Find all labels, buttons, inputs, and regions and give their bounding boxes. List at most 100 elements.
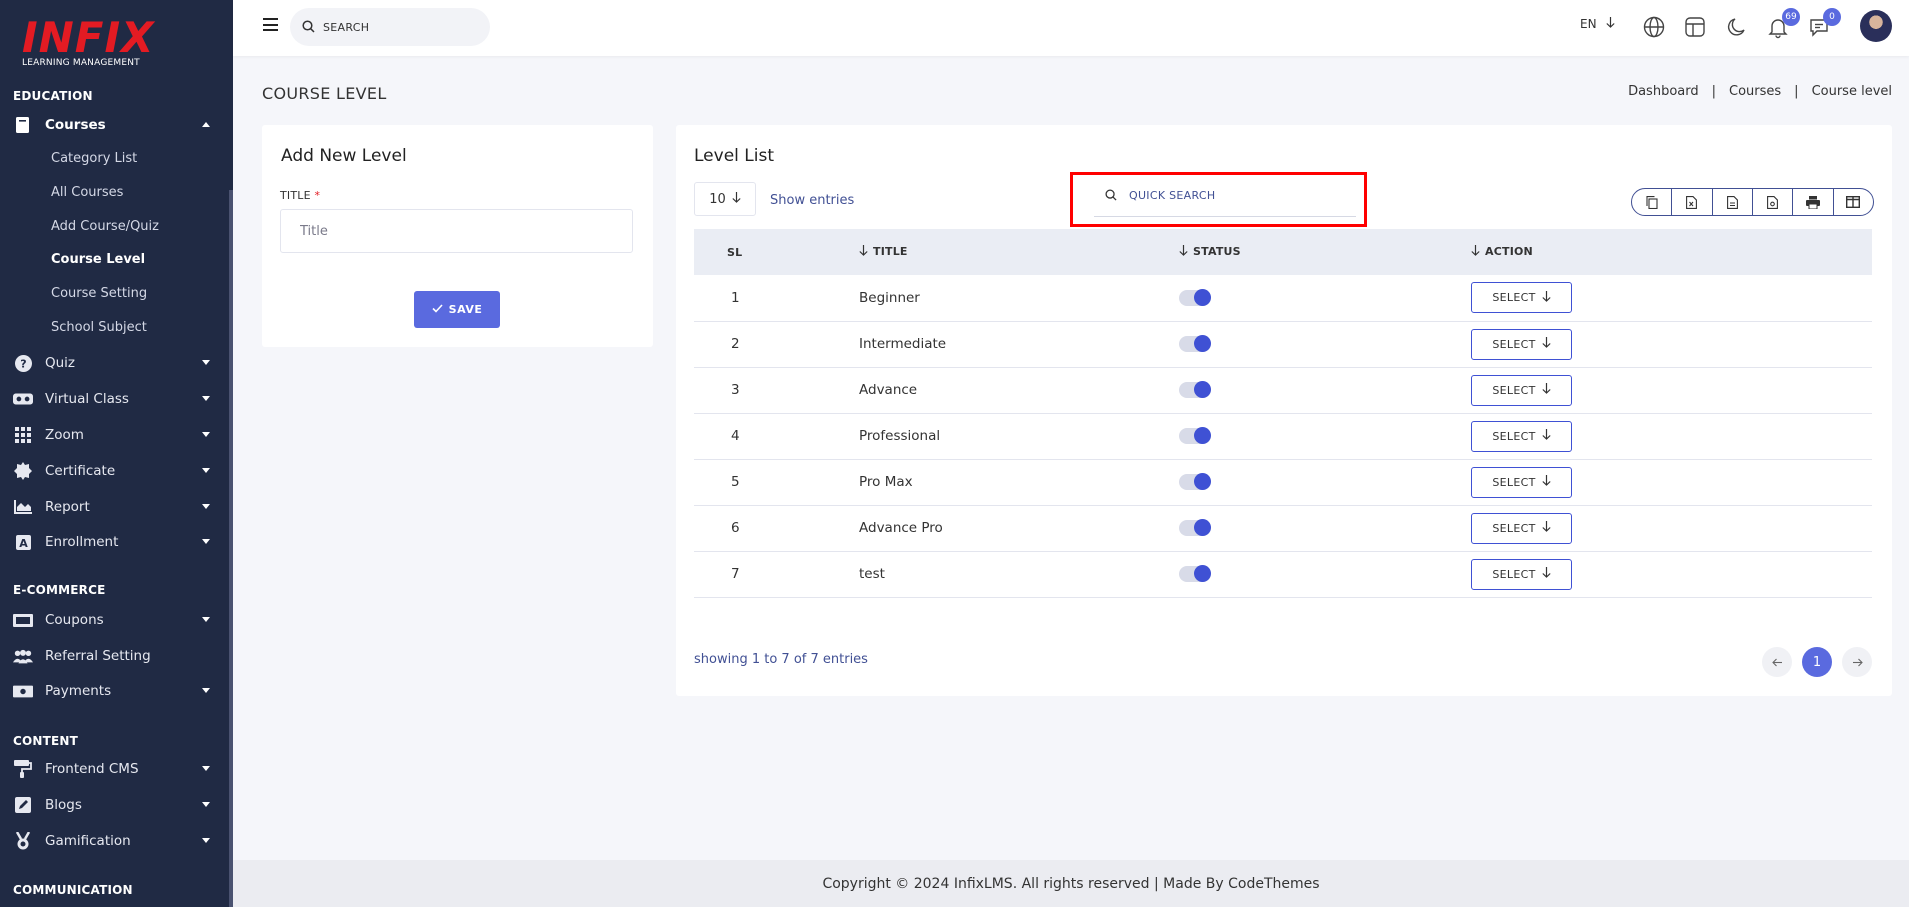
row-sl: 2 <box>694 321 859 368</box>
row-status <box>1179 459 1471 506</box>
status-toggle[interactable] <box>1179 335 1211 352</box>
sidebar-item-report[interactable]: Report <box>0 492 229 522</box>
select-action-button[interactable]: SELECT <box>1471 328 1572 360</box>
paint-roller-icon <box>13 759 33 779</box>
toggle-knob <box>1194 288 1211 306</box>
sidebar-item-label: Zoom <box>45 427 84 443</box>
globe-icon[interactable] <box>1642 15 1666 39</box>
menu-icon[interactable] <box>263 18 278 31</box>
prev-page-button[interactable] <box>1762 647 1792 677</box>
sidebar-item-label: Gamification <box>45 833 131 849</box>
breadcrumb-dashboard[interactable]: Dashboard <box>1628 84 1699 99</box>
save-button[interactable]: SAVE <box>414 291 500 328</box>
row-action: SELECT <box>1471 505 1872 552</box>
caret-down-icon <box>202 688 210 693</box>
logo-mark: INFIX <box>22 13 155 62</box>
logo[interactable]: INFIX LEARNING MANAGEMENT <box>22 13 155 69</box>
status-toggle[interactable] <box>1179 427 1211 444</box>
sidebar-sub-course-level[interactable]: Course Level <box>51 252 145 267</box>
bell-icon[interactable]: 69 <box>1766 8 1800 39</box>
sidebar-sub-add-course[interactable]: Add Course/Quiz <box>51 219 159 234</box>
column-title[interactable]: TITLE <box>859 229 1179 275</box>
sidebar-sub-course-setting[interactable]: Course Setting <box>51 286 147 301</box>
avatar[interactable] <box>1860 10 1892 42</box>
row-status <box>1179 275 1471 322</box>
column-title-label: TITLE <box>873 245 908 258</box>
column-status[interactable]: STATUS <box>1179 229 1471 275</box>
sidebar-item-blogs[interactable]: Blogs <box>0 790 229 820</box>
add-level-title: Add New Level <box>281 146 407 166</box>
caret-down-icon <box>202 802 210 807</box>
select-label: SELECT <box>1492 429 1536 443</box>
pdf-icon[interactable] <box>1753 189 1794 215</box>
export-buttons <box>1631 188 1874 216</box>
table-row: 5 Pro Max SELECT <box>694 459 1872 506</box>
sidebar-item-frontend-cms[interactable]: Frontend CMS <box>0 754 229 784</box>
row-status <box>1179 413 1471 460</box>
column-sl[interactable]: SL <box>694 229 859 275</box>
status-toggle[interactable] <box>1179 473 1211 490</box>
status-toggle[interactable] <box>1179 381 1211 398</box>
level-list-title: Level List <box>694 146 774 166</box>
question-icon: ? <box>13 353 33 373</box>
row-sl: 3 <box>694 367 859 414</box>
row-action: SELECT <box>1471 551 1872 598</box>
select-label: SELECT <box>1492 567 1536 581</box>
highlight-box <box>1070 172 1367 227</box>
global-search-input[interactable]: SEARCH <box>290 8 490 46</box>
sidebar-item-referral[interactable]: Referral Setting <box>0 641 229 671</box>
excel-icon[interactable] <box>1672 189 1713 215</box>
money-icon <box>13 681 33 701</box>
select-action-button[interactable]: SELECT <box>1471 558 1572 590</box>
entries-select[interactable]: 10 <box>694 182 756 216</box>
status-toggle[interactable] <box>1179 565 1211 582</box>
copy-icon[interactable] <box>1632 189 1673 215</box>
sidebar-item-payments[interactable]: Payments <box>0 676 229 706</box>
table-row: 3 Advance SELECT <box>694 367 1872 414</box>
message-icon[interactable]: 0 <box>1807 8 1841 39</box>
svg-text:A: A <box>19 537 28 550</box>
caret-down-icon <box>202 504 210 509</box>
sidebar-sub-school-subject[interactable]: School Subject <box>51 320 147 335</box>
column-action[interactable]: ACTION <box>1471 229 1872 275</box>
sidebar-sub-category-list[interactable]: Category List <box>51 151 137 166</box>
column-action-label: ACTION <box>1485 245 1533 258</box>
row-sl: 1 <box>694 275 859 322</box>
sidebar-item-virtual-class[interactable]: Virtual Class <box>0 384 229 414</box>
status-toggle[interactable] <box>1179 288 1211 306</box>
next-page-button[interactable] <box>1842 647 1872 677</box>
sidebar-item-coupons[interactable]: Coupons <box>0 605 229 635</box>
row-status <box>1179 367 1471 414</box>
topbar: SEARCH EN 69 0 <box>233 0 1909 56</box>
show-entries-label: Show entries <box>770 193 855 208</box>
sidebar-item-courses[interactable]: Courses <box>0 110 229 140</box>
select-action-button[interactable]: SELECT <box>1471 420 1572 452</box>
select-action-button[interactable]: SELECT <box>1471 466 1572 498</box>
select-action-button[interactable]: SELECT <box>1471 374 1572 406</box>
status-toggle[interactable] <box>1179 519 1211 536</box>
breadcrumb-courses[interactable]: Courses <box>1729 84 1781 99</box>
section-education: EDUCATION <box>13 89 93 103</box>
print-icon[interactable] <box>1793 189 1834 215</box>
search-icon <box>302 18 315 37</box>
sidebar-sub-all-courses[interactable]: All Courses <box>51 185 123 200</box>
select-label: SELECT <box>1492 475 1536 489</box>
sidebar-item-zoom[interactable]: Zoom <box>0 420 229 450</box>
select-action-button[interactable]: SELECT <box>1471 282 1572 314</box>
sidebar-item-gamification[interactable]: Gamification <box>0 826 229 856</box>
columns-icon[interactable] <box>1834 189 1873 215</box>
title-input[interactable] <box>280 209 633 253</box>
sidebar-item-quiz[interactable]: ? Quiz <box>0 348 229 378</box>
toggle-knob <box>1194 427 1211 444</box>
language-selector[interactable]: EN <box>1580 17 1616 31</box>
sidebar-scrollbar[interactable] <box>229 190 233 907</box>
breadcrumb-separator: | <box>1711 84 1716 99</box>
required-mark: * <box>314 189 321 202</box>
page-number-button[interactable]: 1 <box>1802 647 1832 677</box>
sidebar-item-enrollment[interactable]: A Enrollment <box>0 527 229 557</box>
sidebar-item-certificate[interactable]: Certificate <box>0 456 229 486</box>
layout-icon[interactable] <box>1683 15 1707 39</box>
moon-icon[interactable] <box>1725 15 1749 39</box>
csv-icon[interactable] <box>1713 189 1753 215</box>
select-action-button[interactable]: SELECT <box>1471 512 1572 544</box>
